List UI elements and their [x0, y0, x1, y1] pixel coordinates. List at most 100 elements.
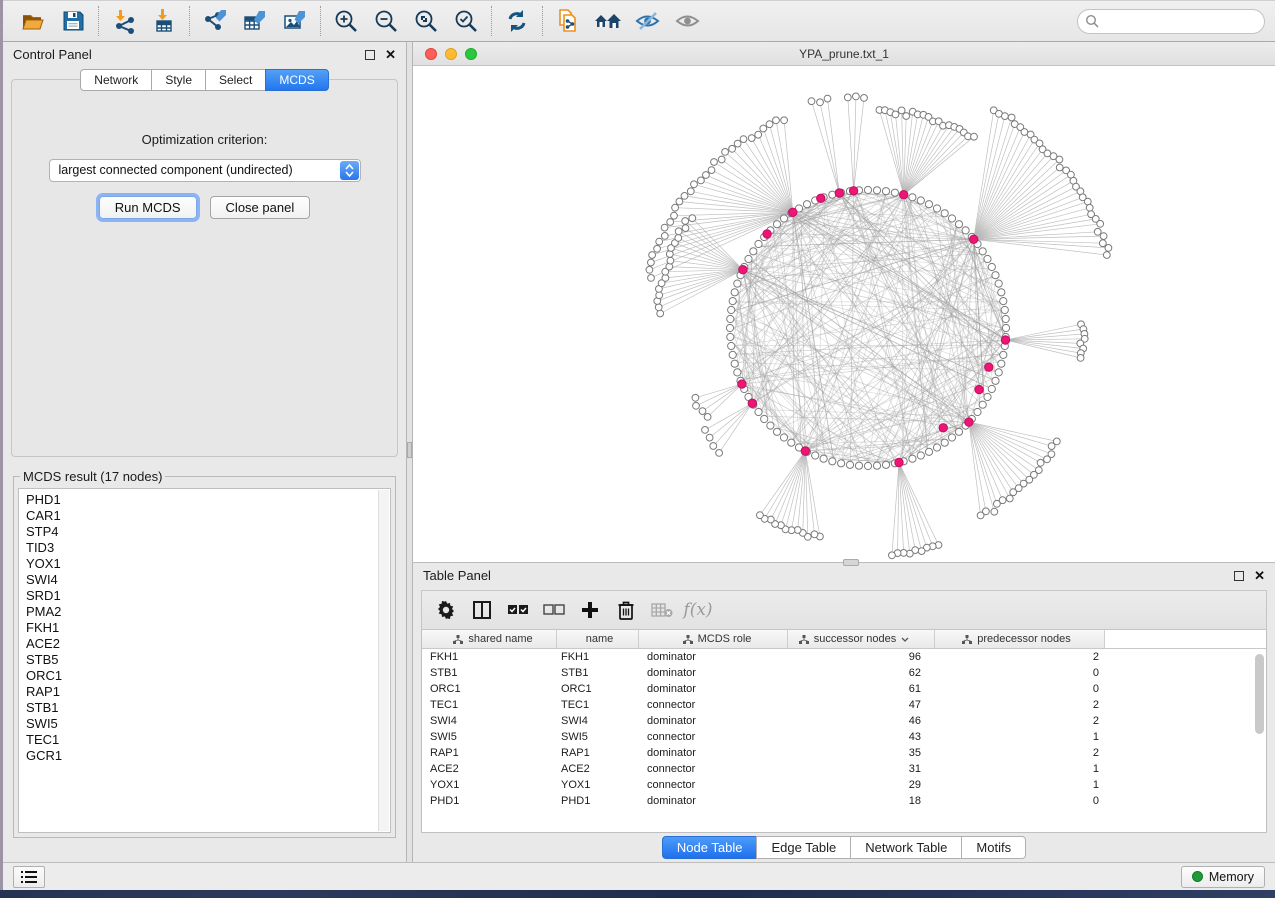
column-header-predecessor-nodes[interactable]: predecessor nodes	[935, 630, 1105, 648]
leaf-node[interactable]	[808, 98, 815, 105]
table-settings-gear-icon[interactable]	[432, 595, 460, 625]
leaf-node[interactable]	[853, 93, 860, 100]
tab-motifs[interactable]: Motifs	[961, 836, 1026, 859]
leaf-node[interactable]	[1056, 156, 1063, 163]
leaf-node[interactable]	[656, 292, 663, 299]
leaf-node[interactable]	[675, 228, 682, 235]
leaf-node[interactable]	[1044, 456, 1051, 463]
leaf-node[interactable]	[654, 245, 661, 252]
zoom-fit-icon[interactable]	[406, 4, 446, 38]
leaf-node[interactable]	[1103, 252, 1110, 259]
tab-node-table[interactable]: Node Table	[662, 836, 757, 859]
table-row[interactable]: RAP1RAP1dominator352	[422, 745, 1266, 761]
ring-node[interactable]	[734, 369, 741, 376]
leaf-node[interactable]	[991, 508, 998, 515]
ring-node[interactable]	[726, 324, 733, 331]
ring-node[interactable]	[728, 306, 735, 313]
export-network-icon[interactable]	[195, 4, 235, 38]
ring-node[interactable]	[917, 452, 924, 459]
table-row[interactable]: STB1STB1dominator620	[422, 665, 1266, 681]
leaf-node[interactable]	[711, 159, 718, 166]
mcds-result-item[interactable]: SWI5	[26, 716, 390, 732]
leaf-node[interactable]	[648, 275, 655, 282]
ring-node[interactable]	[909, 194, 916, 201]
mcds-result-item[interactable]: PHD1	[26, 492, 390, 508]
mcds-result-list[interactable]: PHD1CAR1STP4TID3YOX1SWI4SRD1PMA2FKH1ACE2…	[18, 488, 391, 833]
dominator-node[interactable]	[1001, 336, 1009, 344]
ring-node[interactable]	[925, 201, 932, 208]
ring-node[interactable]	[734, 280, 741, 287]
leaf-node[interactable]	[1010, 489, 1017, 496]
ring-node[interactable]	[864, 186, 871, 193]
leaf-node[interactable]	[646, 266, 653, 273]
open-file-icon[interactable]	[13, 4, 53, 38]
leaf-node[interactable]	[716, 450, 723, 457]
ring-node[interactable]	[820, 455, 827, 462]
ring-node[interactable]	[750, 248, 757, 255]
leaf-node[interactable]	[1008, 114, 1015, 121]
dominator-node[interactable]	[817, 194, 825, 202]
ring-node[interactable]	[998, 289, 1005, 296]
leaf-node[interactable]	[757, 512, 764, 519]
leaf-node[interactable]	[971, 133, 978, 140]
ring-node[interactable]	[995, 280, 1002, 287]
leaf-node[interactable]	[682, 218, 689, 225]
mcds-result-item[interactable]: SRD1	[26, 588, 390, 604]
ring-node[interactable]	[933, 205, 940, 212]
ring-node[interactable]	[998, 360, 1005, 367]
ring-node[interactable]	[882, 188, 889, 195]
leaf-node[interactable]	[706, 434, 713, 441]
leaf-node[interactable]	[861, 95, 868, 102]
ring-node[interactable]	[728, 342, 735, 349]
leaf-node[interactable]	[903, 113, 910, 120]
ring-node[interactable]	[988, 263, 995, 270]
leaf-node[interactable]	[708, 167, 715, 174]
ring-node[interactable]	[812, 452, 819, 459]
show-all-icon[interactable]	[668, 4, 708, 38]
leaf-node[interactable]	[1094, 228, 1101, 235]
table-row[interactable]: PHD1PHD1dominator180	[422, 793, 1266, 809]
mcds-result-item[interactable]: ORC1	[26, 668, 390, 684]
ring-node[interactable]	[729, 298, 736, 305]
dominator-node[interactable]	[835, 189, 843, 197]
mcds-result-item[interactable]: STP4	[26, 524, 390, 540]
search-input[interactable]	[1077, 9, 1265, 34]
dominator-node[interactable]	[763, 230, 771, 238]
dominator-node[interactable]	[965, 418, 973, 426]
memory-button[interactable]: Memory	[1181, 866, 1265, 888]
leaf-node[interactable]	[710, 443, 717, 450]
ring-node[interactable]	[988, 385, 995, 392]
leaf-node[interactable]	[1006, 495, 1013, 502]
leaf-node[interactable]	[1002, 113, 1009, 120]
leaf-node[interactable]	[693, 402, 700, 409]
leaf-node[interactable]	[1037, 459, 1044, 466]
leaf-node[interactable]	[687, 188, 694, 195]
ring-node[interactable]	[925, 448, 932, 455]
mcds-result-item[interactable]: FKH1	[26, 620, 390, 636]
leaf-node[interactable]	[817, 99, 824, 106]
tab-network[interactable]: Network	[80, 69, 151, 91]
leaf-node[interactable]	[703, 172, 710, 179]
leaf-node[interactable]	[671, 212, 678, 219]
leaf-node[interactable]	[1048, 443, 1055, 450]
save-session-icon[interactable]	[53, 4, 93, 38]
tab-style[interactable]: Style	[151, 69, 205, 91]
leaf-node[interactable]	[649, 252, 656, 259]
leaf-node[interactable]	[692, 394, 699, 401]
export-table-icon[interactable]	[235, 4, 275, 38]
table-row[interactable]: TEC1TEC1connector472	[422, 697, 1266, 713]
dominator-node[interactable]	[900, 191, 908, 199]
ring-node[interactable]	[803, 201, 810, 208]
zoom-out-icon[interactable]	[366, 4, 406, 38]
dominator-node[interactable]	[985, 363, 993, 371]
dominator-node[interactable]	[895, 458, 903, 466]
tab-mcds[interactable]: MCDS	[265, 69, 328, 91]
leaf-node[interactable]	[898, 107, 905, 114]
dominator-node[interactable]	[789, 208, 797, 216]
ring-node[interactable]	[873, 462, 880, 469]
leaf-node[interactable]	[689, 215, 696, 222]
dominator-node[interactable]	[801, 447, 809, 455]
ring-node[interactable]	[767, 422, 774, 429]
show-panels-list-icon[interactable]	[13, 866, 45, 888]
ring-node[interactable]	[891, 189, 898, 196]
